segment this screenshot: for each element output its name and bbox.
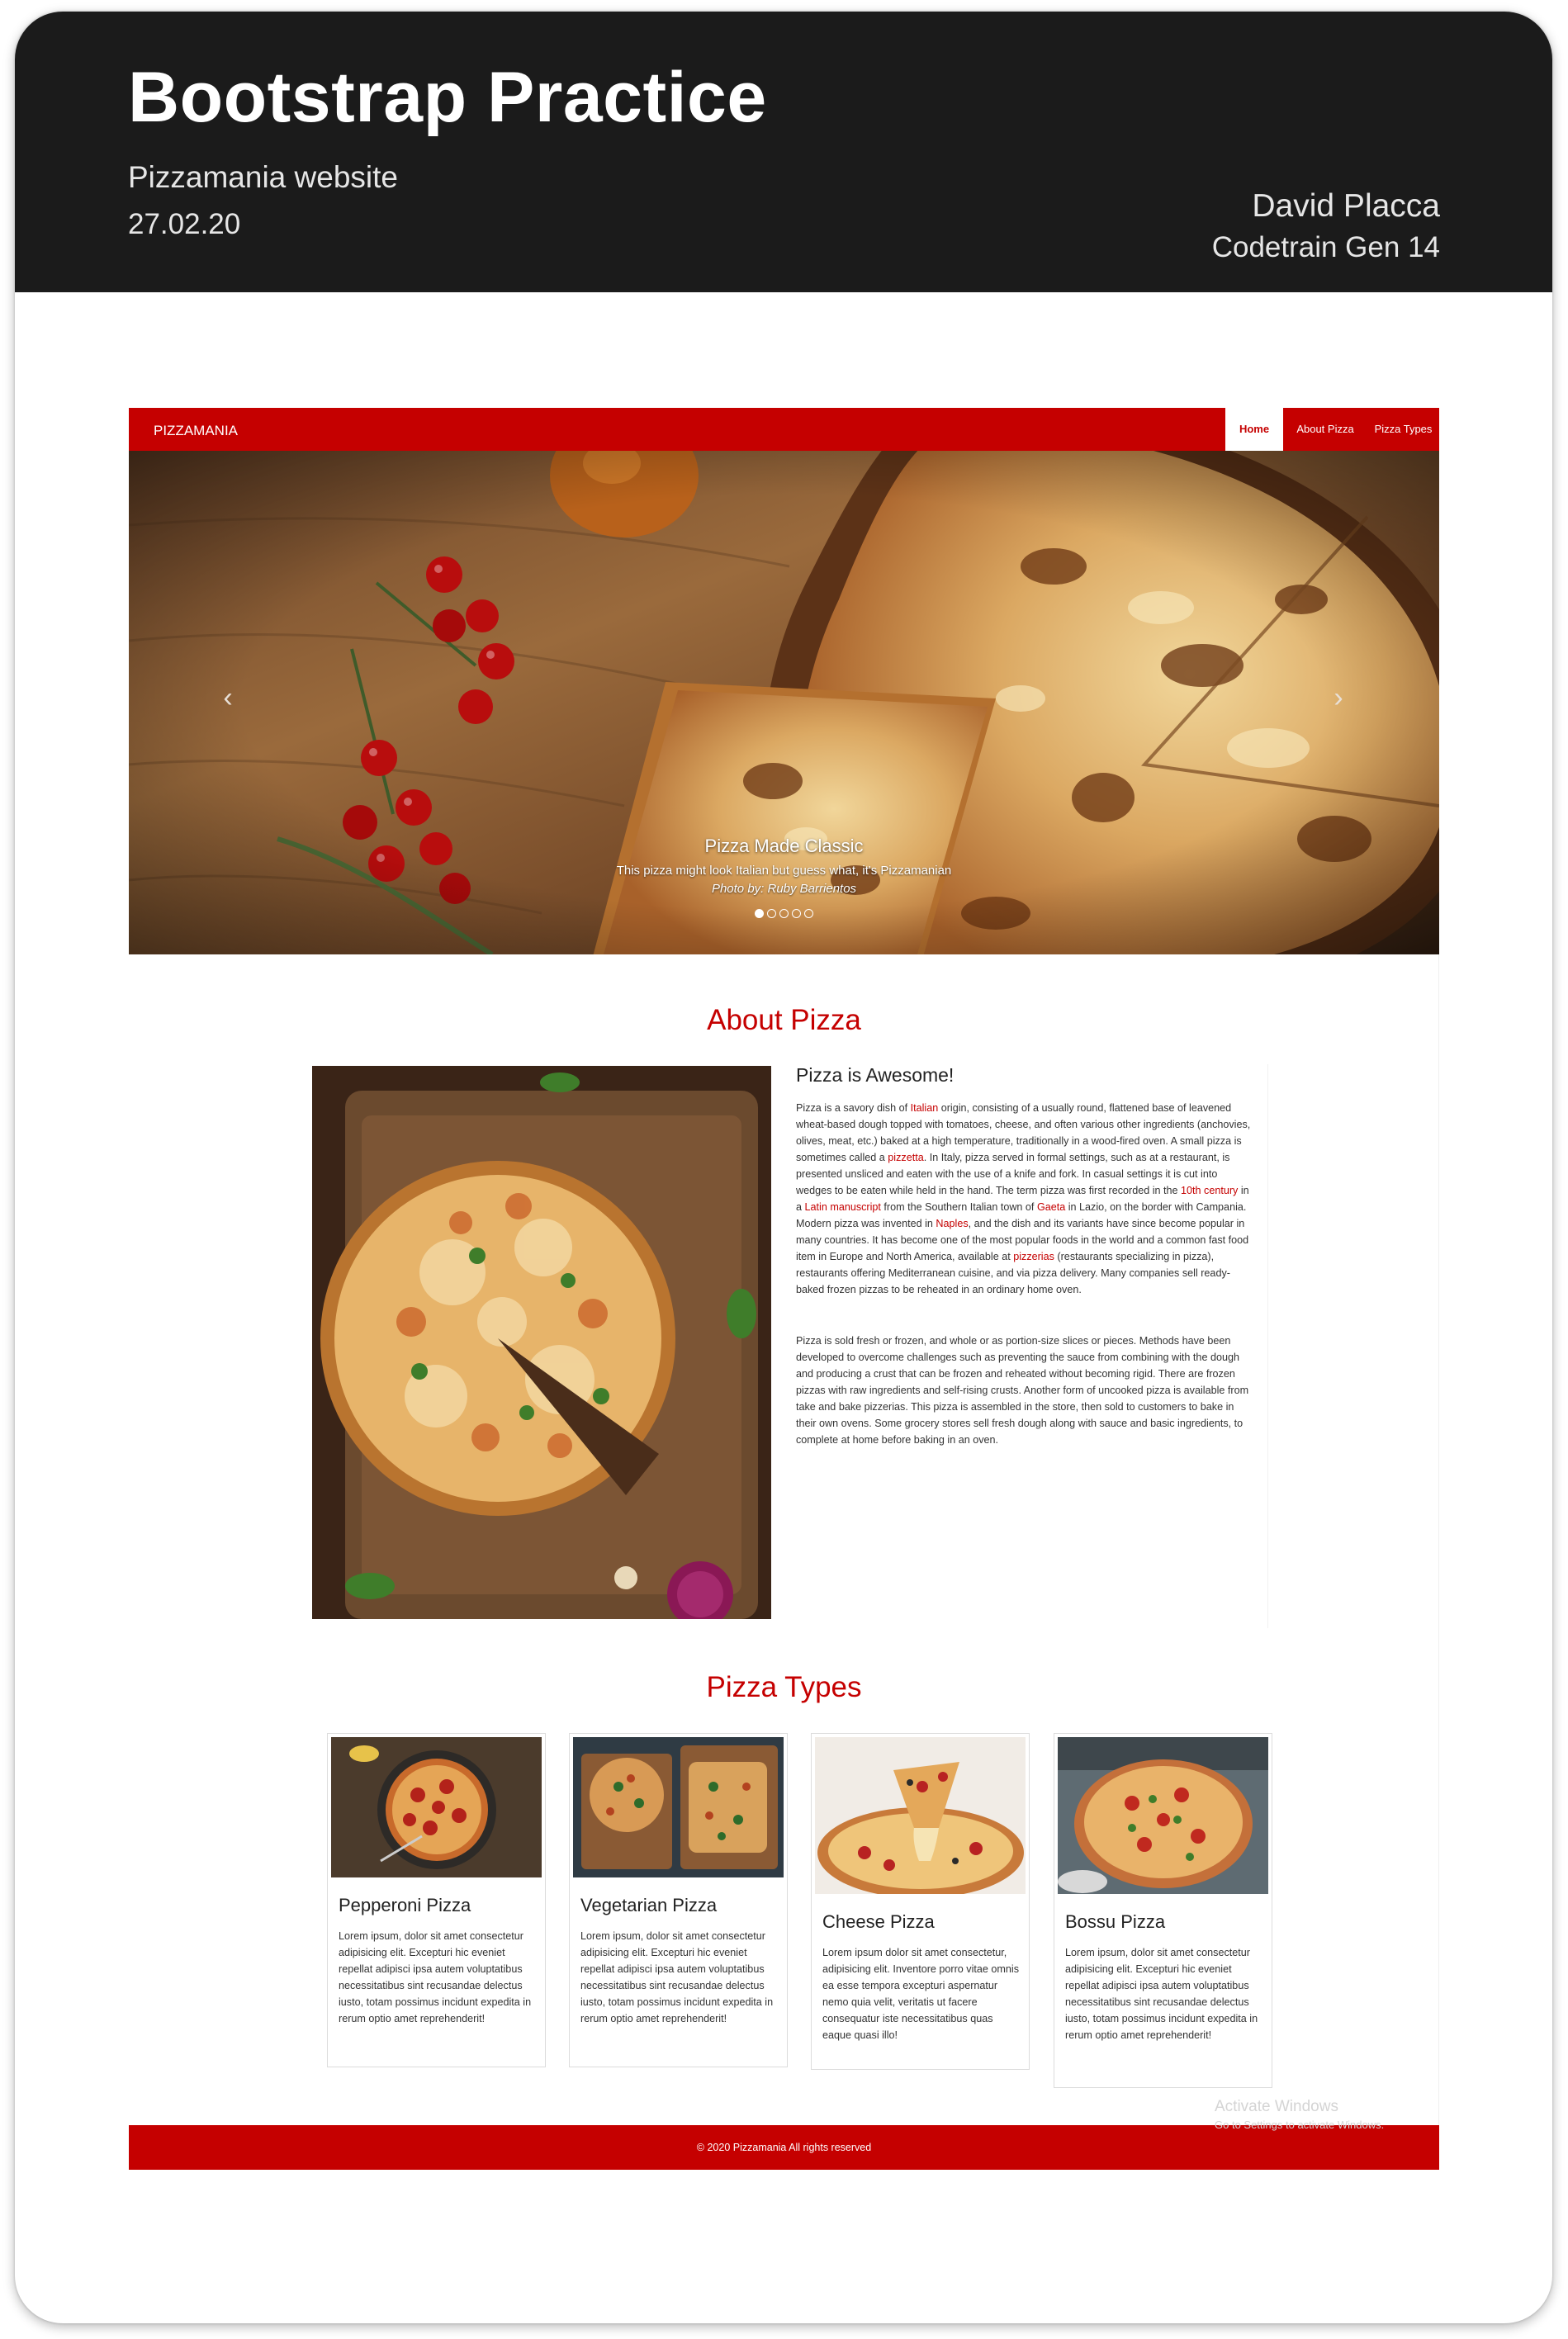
about-paragraph-1: Pizza is a savory dish of Italian origin… (796, 1102, 1251, 1295)
carousel-prev-button[interactable]: ‹ (211, 682, 244, 715)
pizza-type-card[interactable]: Cheese Pizza Lorem ipsum dolor sit amet … (811, 1733, 1030, 2070)
inline-link[interactable]: 10th century (1181, 1185, 1238, 1196)
carousel-indicator-5[interactable] (804, 909, 813, 918)
banner-title: Bootstrap Practice (128, 58, 767, 137)
about-text-box: Pizza is Awesome! Pizza is a savory dish… (781, 1064, 1268, 1628)
chevron-left-icon: ‹ (223, 682, 233, 713)
about-heading: Pizza is Awesome! (796, 1064, 955, 1086)
inline-link[interactable]: pizzerias (1013, 1251, 1054, 1262)
carousel-caption-text: This pizza might look Italian but guess … (616, 864, 952, 878)
carousel-next-button[interactable]: › (1322, 682, 1355, 715)
hero-pizza-image (129, 451, 1439, 954)
header-banner: Bootstrap Practice Pizzamania website 27… (15, 12, 1552, 292)
banner-subtitle: Pizzamania website (128, 160, 398, 194)
carousel-indicators (129, 909, 1439, 918)
carousel-indicator-4[interactable] (792, 909, 801, 918)
carousel-caption-credit: Photo by: Ruby Barrientos (711, 882, 857, 896)
vegetarian-pizza-image (573, 1737, 784, 1877)
pepperoni-pizza-image (331, 1737, 542, 1877)
pizza-type-name: Bossu Pizza (1065, 1911, 1166, 1932)
pizza-type-card[interactable]: Vegetarian Pizza Lorem ipsum, dolor sit … (569, 1733, 788, 2067)
pizza-type-card[interactable]: Bossu Pizza Lorem ipsum, dolor sit amet … (1054, 1733, 1272, 2088)
pizza-type-description: Lorem ipsum, dolor sit amet consectetur … (1065, 1947, 1258, 2041)
navbar: PIZZAMANIA Home About Pizza Pizza Types (129, 408, 1439, 451)
pizza-type-description: Lorem ipsum dolor sit amet consectetur, … (822, 1947, 1020, 2041)
pizza-type-name: Cheese Pizza (822, 1911, 935, 1932)
carousel-indicator-3[interactable] (779, 909, 789, 918)
bossu-pizza-image (1058, 1737, 1268, 1894)
nav-item-about-pizza[interactable]: About Pizza (1283, 408, 1367, 451)
pizza-type-description: Lorem ipsum, dolor sit amet consectetur … (580, 1930, 774, 2024)
hero-carousel: ‹ › Pizza Made Classic This pizza might … (129, 451, 1439, 954)
about-pizza-illustration (312, 1066, 771, 1619)
pizza-type-name: Pepperoni Pizza (339, 1895, 471, 1915)
activate-windows-watermark: Activate Windows (1215, 2098, 1338, 2115)
inline-link[interactable]: Naples (936, 1218, 968, 1229)
inline-link[interactable]: pizzetta (888, 1152, 923, 1163)
nav-item-home[interactable]: Home (1225, 408, 1283, 451)
navbar-brand[interactable]: PIZZAMANIA (154, 423, 238, 439)
banner-author: David Placca (1252, 188, 1440, 224)
pizza-type-card[interactable]: Pepperoni Pizza Lorem ipsum, dolor sit a… (327, 1733, 546, 2067)
nav-item-pizza-types[interactable]: Pizza Types (1367, 408, 1439, 451)
site-footer: © 2020 Pizzamania All rights reserved (129, 2125, 1439, 2170)
presentation-card: Bootstrap Practice Pizzamania website 27… (15, 12, 1552, 2323)
carousel-caption-title: Pizza Made Classic (704, 836, 864, 856)
carousel-indicator-1[interactable] (755, 909, 764, 918)
carousel-indicator-2[interactable] (767, 909, 776, 918)
banner-org: Codetrain Gen 14 (1211, 231, 1440, 263)
about-section-title: About Pizza (707, 1004, 861, 1036)
pizza-type-description: Lorem ipsum, dolor sit amet consectetur … (339, 1930, 532, 2024)
inline-link[interactable]: Gaeta (1037, 1201, 1065, 1213)
about-paragraph-2: Pizza is sold fresh or frozen, and whole… (796, 1335, 1249, 1446)
inline-link[interactable]: Italian (911, 1102, 939, 1114)
website-screenshot: PIZZAMANIA Home About Pizza Pizza Types (129, 408, 1439, 2170)
about-pizza-image (312, 1066, 771, 1619)
banner-date: 27.02.20 (128, 208, 241, 240)
pizza-type-name: Vegetarian Pizza (580, 1895, 718, 1915)
activate-windows-hint: Go to Settings to activate Windows. (1215, 2119, 1385, 2131)
cheese-pizza-image (815, 1737, 1026, 1894)
inline-link[interactable]: Latin manuscript (805, 1201, 881, 1213)
chevron-right-icon: › (1334, 682, 1343, 713)
types-section-title: Pizza Types (706, 1671, 862, 1703)
